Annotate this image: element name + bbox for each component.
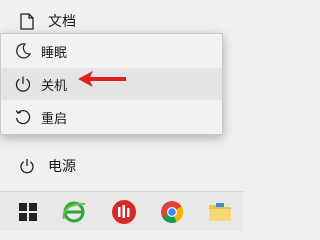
restart-option[interactable]: 重启 — [1, 101, 222, 133]
restart-icon — [14, 108, 32, 126]
sleep-option[interactable]: 睡眠 — [1, 35, 222, 67]
red-app-icon — [112, 199, 136, 224]
taskbar — [0, 191, 243, 231]
file-explorer-button[interactable] — [200, 192, 240, 231]
chrome-icon — [161, 200, 183, 223]
power-icon — [14, 75, 32, 93]
file-explorer-icon — [209, 202, 231, 221]
documents-label: 文档 — [48, 14, 76, 30]
red-app-button[interactable] — [104, 192, 144, 231]
documents-item[interactable]: 文档 — [0, 6, 243, 36]
power-icon — [18, 157, 36, 175]
annotation-arrow-icon — [78, 71, 126, 87]
power-item[interactable]: 电源 — [0, 151, 243, 181]
windows-start-button[interactable] — [8, 192, 48, 231]
restart-label: 重启 — [41, 112, 68, 127]
shutdown-label: 关机 — [41, 79, 68, 94]
power-label: 电源 — [48, 159, 76, 175]
internet-explorer-button[interactable] — [54, 192, 94, 231]
moon-icon — [14, 42, 32, 60]
chrome-button[interactable] — [152, 192, 192, 231]
windows-start-icon — [19, 202, 37, 221]
internet-explorer-icon — [62, 201, 86, 222]
document-icon — [18, 12, 36, 30]
start-menu: 文档 电源 睡眠 关机 重启 — [0, 0, 243, 191]
sleep-label: 睡眠 — [41, 46, 68, 61]
